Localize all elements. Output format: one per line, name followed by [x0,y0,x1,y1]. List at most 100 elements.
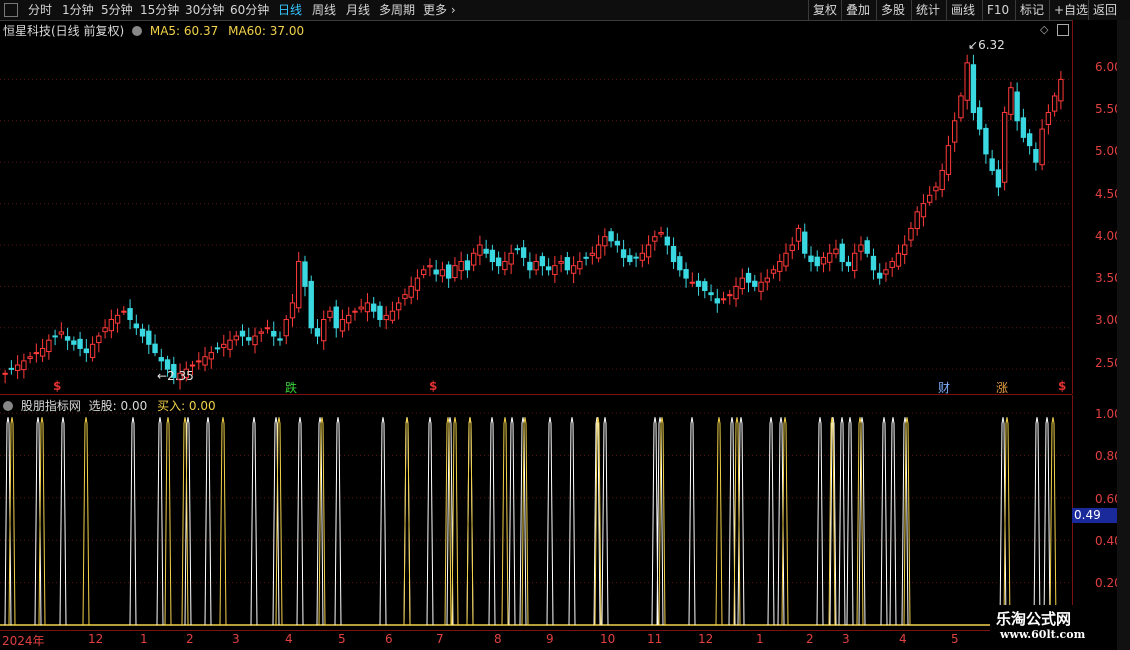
overlay-button[interactable]: 叠加 [841,0,874,20]
tab-more-label: 更多 [423,3,448,17]
fuquan-button[interactable]: 复权 [808,0,841,20]
candle [21,353,27,379]
candle [114,308,121,333]
event-marker-dividend[interactable]: $ [53,379,61,393]
candle [221,334,227,357]
stats-button[interactable]: 统计 [911,0,944,20]
mark-button[interactable]: 标记 [1015,0,1048,20]
candle [945,135,952,182]
candle [470,248,477,272]
tab-5min[interactable]: 5分钟 [101,0,133,20]
event-marker-dividend[interactable]: $ [429,379,437,393]
tab-30min[interactable]: 30分钟 [185,0,224,20]
candle [702,278,708,299]
f10-button[interactable]: F10 [982,0,1013,20]
dropdown-icon[interactable] [132,26,143,36]
event-marker-dividend[interactable]: $ [1058,379,1066,393]
tab-multi-period[interactable]: 多周期 [379,0,415,20]
right-side-strip [1117,20,1130,650]
tab-60min[interactable]: 60分钟 [230,0,269,20]
candle [533,253,539,276]
select-signal-spike [488,417,496,626]
candle [96,332,102,353]
candle [677,251,683,277]
candle [970,54,977,121]
candle [377,301,383,327]
tab-1min[interactable]: 1分钟 [62,0,94,20]
dropdown-icon[interactable] [3,401,13,411]
candle [102,319,108,339]
draw-line-button[interactable]: 画线 [946,0,979,20]
candle [371,296,377,319]
candle [1014,82,1020,131]
candle [271,321,277,346]
candle [252,327,258,354]
tab-monthly[interactable]: 月线 [346,0,370,20]
tab-weekly[interactable]: 周线 [312,0,336,20]
tab-fenshi[interactable]: 分时 [28,0,52,20]
panel-toggle-icon[interactable] [1057,24,1069,36]
diamond-icon[interactable]: ◇ [1040,23,1048,36]
candle [933,181,939,201]
candle [308,275,314,334]
candle [208,346,214,369]
candle [277,331,283,346]
panel-divider [0,394,1072,395]
indicator-chart[interactable] [0,411,1072,630]
candle [420,265,427,279]
candle [1033,142,1039,171]
candle [414,269,421,300]
candle [321,310,327,350]
candle [146,324,152,354]
price-axis: 6.00 5.50 5.00 4.50 4.00 3.50 3.00 2.50 [1072,20,1122,394]
candle [514,244,521,255]
candle [289,293,296,327]
candle [333,299,339,338]
candle [389,301,396,324]
candle [52,329,58,346]
candle [408,276,414,305]
candle [358,298,364,313]
candle [127,299,133,330]
back-button[interactable]: 返回 [1088,0,1121,20]
candle [789,237,795,260]
candle [720,291,727,305]
add-watchlist-button[interactable]: +自选 [1049,0,1092,20]
candle [683,262,689,288]
candle [1001,106,1008,191]
candle [589,246,596,265]
candle [83,339,90,362]
candle [314,319,321,345]
candle [539,252,546,276]
candle [214,342,221,354]
candle [27,351,33,364]
candle [620,239,627,267]
xtick-label: 11 [647,632,663,646]
candle [895,244,902,270]
tab-more[interactable]: 更多 › [423,0,456,20]
candle [64,327,71,351]
buy-signal-spike [781,417,789,626]
tab-daily[interactable]: 日线 [278,0,302,20]
stock-title[interactable]: 恒星科技(日线 前复权) [3,24,124,38]
candle [77,331,83,357]
window-menu-icon[interactable] [4,3,18,17]
tab-15min[interactable]: 15分钟 [140,0,179,20]
select-signal-spike [838,417,846,626]
select-signal-spike [568,417,576,626]
candle [33,343,40,363]
candle [527,252,533,279]
candlestick-chart[interactable] [0,38,1072,394]
buy-signal-spike [501,417,509,626]
xtick-label: 9 [546,632,554,646]
candle [633,252,639,268]
candle [777,254,783,282]
candle [108,309,115,339]
candle [951,112,958,152]
buy-signal-spike [715,417,723,626]
xtick-label: 8 [494,632,502,646]
candle [133,314,139,335]
multi-stock-button[interactable]: 多股 [876,0,909,20]
candle [658,226,664,238]
candle [39,338,46,362]
